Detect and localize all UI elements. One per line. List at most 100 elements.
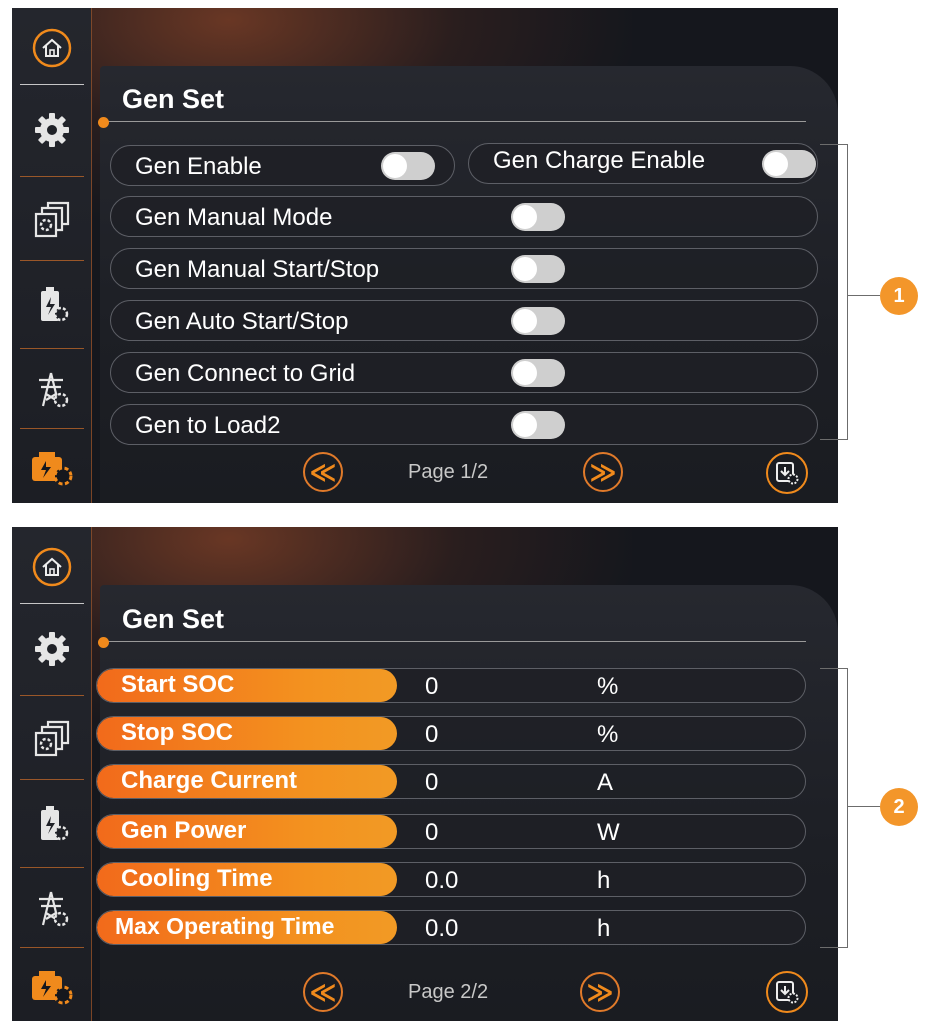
- row-label: Gen Auto Start/Stop: [135, 308, 349, 335]
- row-label: Gen Manual Start/Stop: [135, 256, 380, 283]
- gen-to-load2-toggle[interactable]: [511, 411, 565, 439]
- row-label: Cooling Time: [121, 865, 273, 892]
- start-soc-label-pill: Start SOC: [97, 669, 397, 702]
- gen-enable-row: Gen Enable: [110, 145, 455, 186]
- stop-soc-value[interactable]: 0: [425, 721, 438, 749]
- grid-tower-settings-icon: [39, 372, 69, 408]
- sidebar-item-home[interactable]: [12, 537, 92, 597]
- callout-bracket: [820, 144, 848, 440]
- charge-current-unit: A: [597, 769, 614, 796]
- gen-connect-to-grid-toggle[interactable]: [511, 359, 565, 387]
- sidebar-item-generator-settings[interactable]: [12, 436, 92, 498]
- gen-manual-start-stop-row: Gen Manual Start/Stop: [110, 248, 818, 289]
- gear-icon: [35, 113, 69, 147]
- page-indicator: Page 1/2: [408, 461, 489, 483]
- charge-current-row: Charge Current 0 A: [96, 764, 806, 799]
- gen-auto-start-stop-row: Gen Auto Start/Stop: [110, 300, 818, 341]
- sidebar-item-settings[interactable]: [12, 90, 92, 170]
- cooling-time-value[interactable]: 0.0: [425, 867, 458, 895]
- sidebar-item-grid-settings[interactable]: [12, 354, 92, 426]
- system-settings-icon: [34, 201, 70, 238]
- gen-auto-start-stop-toggle[interactable]: [511, 307, 565, 335]
- generator-settings-icon: [32, 971, 73, 1005]
- stop-soc-label-pill: Stop SOC: [97, 717, 397, 750]
- row-label: Start SOC: [121, 671, 235, 698]
- callout-marker: 1: [880, 277, 918, 315]
- sidebar-item-generator-settings[interactable]: [12, 955, 92, 1017]
- next-arrow-icon: ≫: [589, 456, 617, 487]
- cooling-time-unit: h: [597, 867, 611, 894]
- next-page-button[interactable]: ≫: [583, 452, 623, 492]
- battery-settings-icon: [41, 287, 69, 322]
- save-settings-icon: [776, 462, 799, 485]
- gen-enable-toggle[interactable]: [381, 152, 435, 180]
- gen-charge-enable-row: Gen Charge Enable: [468, 143, 818, 184]
- row-label: Gen to Load2: [135, 412, 281, 439]
- home-icon: [32, 28, 72, 68]
- save-settings-button[interactable]: [766, 452, 808, 494]
- stop-soc-unit: %: [597, 721, 619, 748]
- start-soc-value[interactable]: 0: [425, 673, 438, 701]
- save-settings-button[interactable]: [766, 971, 808, 1013]
- row-label: Gen Connect to Grid: [135, 360, 356, 387]
- row-label: Gen Manual Mode: [135, 204, 333, 231]
- prev-page-button[interactable]: ≪: [303, 972, 343, 1012]
- max-operating-time-unit: h: [597, 915, 611, 942]
- battery-settings-icon: [41, 806, 69, 841]
- row-label: Gen Power: [121, 817, 247, 844]
- page-indicator: Page 2/2: [408, 981, 489, 1003]
- gen-power-unit: W: [597, 819, 620, 846]
- title-dot: [98, 117, 109, 128]
- row-label: Gen Charge Enable: [493, 147, 706, 174]
- start-soc-row: Start SOC 0 %: [96, 668, 806, 703]
- start-soc-unit: %: [597, 673, 619, 700]
- grid-tower-settings-icon: [39, 891, 69, 927]
- gen-power-row: Gen Power 0 W: [96, 814, 806, 849]
- sidebar-item-battery-settings[interactable]: [12, 785, 92, 863]
- prev-arrow-icon: ≪: [309, 976, 337, 1007]
- gen-power-value[interactable]: 0: [425, 819, 438, 847]
- sidebar-item-battery-settings[interactable]: [12, 266, 92, 344]
- content-panel: [100, 585, 838, 1021]
- sidebar-item-settings[interactable]: [12, 609, 92, 689]
- callout-marker: 2: [880, 788, 918, 826]
- charge-current-label-pill: Charge Current: [97, 765, 397, 798]
- gen-manual-mode-toggle[interactable]: [511, 203, 565, 231]
- max-operating-time-value[interactable]: 0.0: [425, 915, 458, 943]
- system-settings-icon: [34, 720, 70, 757]
- gear-icon: [35, 632, 69, 666]
- charge-current-value[interactable]: 0: [425, 769, 438, 797]
- gen-manual-mode-row: Gen Manual Mode: [110, 196, 818, 237]
- stop-soc-row: Stop SOC 0 %: [96, 716, 806, 751]
- max-operating-time-label-pill: Max Operating Time: [97, 911, 397, 944]
- sidebar: [12, 527, 92, 1021]
- save-settings-icon: [776, 981, 799, 1004]
- sidebar-item-system-settings[interactable]: [12, 703, 92, 775]
- sidebar-item-system-settings[interactable]: [12, 184, 92, 256]
- home-icon: [32, 547, 72, 587]
- sidebar-item-grid-settings[interactable]: [12, 873, 92, 945]
- next-arrow-icon: ≫: [586, 976, 614, 1007]
- gen-to-load2-row: Gen to Load2: [110, 404, 818, 445]
- max-operating-time-row: Max Operating Time 0.0 h: [96, 910, 806, 945]
- gen-connect-to-grid-row: Gen Connect to Grid: [110, 352, 818, 393]
- sidebar: [12, 8, 92, 503]
- cooling-time-row: Cooling Time 0.0 h: [96, 862, 806, 897]
- prev-arrow-icon: ≪: [309, 456, 337, 487]
- row-label: Gen Enable: [135, 153, 262, 180]
- gen-manual-start-stop-toggle[interactable]: [511, 255, 565, 283]
- generator-settings-icon: [32, 452, 73, 486]
- gen-power-label-pill: Gen Power: [97, 815, 397, 848]
- cooling-time-label-pill: Cooling Time: [97, 863, 397, 896]
- callout-bracket: [820, 668, 848, 948]
- page-title: Gen Set: [122, 84, 225, 114]
- prev-page-button[interactable]: ≪: [303, 452, 343, 492]
- row-label: Charge Current: [121, 767, 298, 794]
- sidebar-item-home[interactable]: [12, 18, 92, 78]
- row-label: Max Operating Time: [115, 913, 335, 939]
- title-dot: [98, 637, 109, 648]
- row-label: Stop SOC: [121, 719, 233, 746]
- page-title: Gen Set: [122, 604, 225, 634]
- gen-charge-enable-toggle[interactable]: [762, 150, 816, 178]
- next-page-button[interactable]: ≫: [580, 972, 620, 1012]
